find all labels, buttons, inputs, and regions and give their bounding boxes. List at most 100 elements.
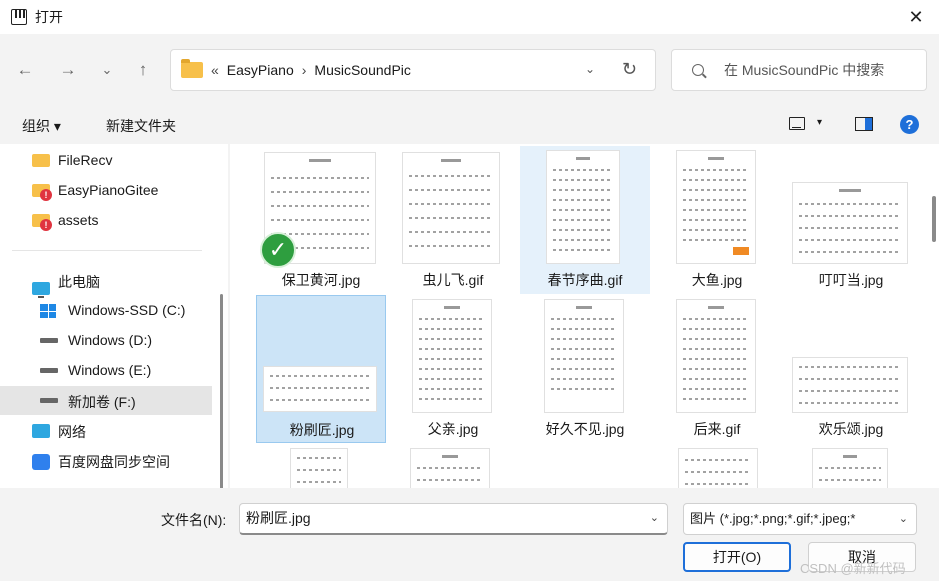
file-name: 父亲.jpg	[427, 421, 479, 437]
file-name: 春节序曲.gif	[547, 272, 623, 288]
sidebar-item-drive-c[interactable]: Windows-SSD (C:)	[0, 296, 212, 325]
file-thumbnail[interactable]	[678, 448, 758, 488]
breadcrumb-easypiano[interactable]: EasyPiano	[227, 62, 294, 78]
sidebar-divider	[12, 250, 202, 251]
new-folder-button[interactable]: 新建文件夹	[106, 116, 176, 136]
open-button[interactable]: 打开(O)	[683, 542, 791, 572]
windows-drive-icon	[40, 304, 56, 318]
file-name: 叮叮当.jpg	[818, 272, 884, 288]
file-item[interactable]: 父亲.jpg	[388, 295, 518, 443]
file-item[interactable]: 虫儿飞.gif	[388, 146, 518, 294]
file-item[interactable]: ✓ 保卫黄河.jpg	[256, 146, 386, 294]
file-name: 大鱼.jpg	[691, 272, 743, 288]
file-thumbnail[interactable]	[290, 448, 348, 488]
file-thumbnail	[544, 299, 624, 413]
dialog-footer: 文件名(N): 粉刷匠.jpg ⌄ 图片 (*.jpg;*.png;*.gif;…	[0, 488, 939, 581]
folder-warning-icon: !	[32, 184, 52, 201]
navigation-bar: ← → ⌄ ↑ « EasyPiano › MusicSoundPic ⌄ ↻ …	[0, 34, 939, 106]
close-button[interactable]: ✕	[893, 0, 939, 34]
filename-value: 粉刷匠.jpg	[246, 510, 311, 526]
folder-icon	[181, 59, 203, 78]
command-toolbar: 组织 ▾ 新建文件夹 ▾ ?	[0, 106, 939, 144]
file-name: 保卫黄河.jpg	[281, 272, 361, 288]
filename-label: 文件名(N):	[161, 512, 227, 528]
sidebar-item-easypianogitee[interactable]: ! EasyPianoGitee	[0, 176, 212, 205]
file-thumbnail	[412, 299, 492, 413]
file-list-scrollbar[interactable]	[932, 196, 936, 242]
search-placeholder: 在 MusicSoundPic 中搜索	[724, 62, 885, 78]
folder-icon	[32, 154, 50, 167]
preview-pane-icon[interactable]	[855, 117, 873, 131]
breadcrumb-overflow[interactable]: «	[211, 62, 219, 78]
file-thumbnail	[792, 357, 908, 413]
file-item[interactable]: 春节序曲.gif	[520, 146, 650, 294]
title-bar: 打开 ✕	[0, 0, 939, 34]
search-icon	[692, 64, 704, 76]
sidebar-item-assets[interactable]: ! assets	[0, 206, 212, 235]
file-name: 欢乐颂.jpg	[818, 421, 884, 437]
address-dropdown-icon[interactable]: ⌄	[585, 62, 595, 76]
view-options-icon[interactable]	[789, 117, 805, 130]
file-thumbnail[interactable]	[410, 448, 490, 488]
breadcrumb-musicsoundpic[interactable]: MusicSoundPic	[314, 62, 411, 78]
file-item[interactable]: 粉刷匠.jpg	[256, 295, 386, 443]
sidebar-item-drive-d[interactable]: Windows (D:)	[0, 326, 212, 355]
back-button[interactable]: ←	[13, 58, 37, 82]
sidebar-item-label: 网络	[58, 424, 86, 440]
file-name: 好久不见.jpg	[545, 421, 625, 437]
sidebar-item-baidu-sync[interactable]: 百度网盘同步空间	[0, 446, 212, 475]
navigation-pane: FileRecv ! EasyPianoGitee ! assets 此电脑 W…	[0, 144, 228, 488]
window-title: 打开	[35, 9, 63, 25]
address-bar[interactable]: « EasyPiano › MusicSoundPic ⌄ ↻	[170, 49, 656, 91]
sidebar-item-drive-e[interactable]: Windows (E:)	[0, 356, 212, 385]
file-item[interactable]: 大鱼.jpg	[652, 146, 782, 294]
file-thumbnail[interactable]	[812, 448, 888, 488]
breadcrumb-separator[interactable]: ›	[302, 62, 307, 78]
up-arrow-icon: ↑	[138, 60, 148, 79]
sync-check-icon: ✓	[260, 232, 296, 268]
file-type-select[interactable]: 图片 (*.jpg;*.png;*.gif;*.jpeg;* ⌄	[683, 503, 917, 535]
up-button[interactable]: ↑	[131, 58, 155, 82]
close-icon: ✕	[908, 6, 924, 27]
file-name: 虫儿飞.gif	[422, 272, 484, 288]
sidebar-item-label: assets	[58, 212, 99, 228]
sidebar-item-label: Windows (E:)	[68, 362, 152, 378]
search-input[interactable]: 在 MusicSoundPic 中搜索	[671, 49, 927, 91]
filename-input[interactable]: 粉刷匠.jpg ⌄	[239, 503, 668, 535]
file-thumbnail	[676, 150, 756, 264]
file-thumbnail	[263, 366, 377, 412]
folder-warning-icon: !	[32, 214, 52, 231]
sidebar-item-this-pc[interactable]: 此电脑	[0, 266, 212, 298]
recent-locations-button[interactable]: ⌄	[95, 58, 119, 82]
file-item[interactable]: 后来.gif	[652, 295, 782, 443]
sidebar-item-filerecv[interactable]: FileRecv	[0, 146, 212, 175]
sidebar-item-label: Windows (D:)	[68, 332, 153, 348]
organize-button[interactable]: 组织 ▾	[22, 116, 61, 136]
sidebar-item-drive-f[interactable]: 新加卷 (F:)	[0, 386, 212, 415]
file-thumbnail	[546, 150, 620, 264]
baidu-cloud-icon	[32, 454, 50, 470]
file-thumbnail	[676, 299, 756, 413]
sidebar-scrollbar[interactable]	[220, 294, 223, 488]
file-thumbnail	[792, 182, 908, 264]
chevron-down-icon[interactable]: ⌄	[896, 504, 908, 534]
sidebar-item-label: FileRecv	[58, 152, 113, 168]
forward-arrow-icon: →	[59, 60, 77, 79]
file-list-view: ✓ 保卫黄河.jpg 虫儿飞.gif 春节序曲.gif 大鱼.jpg 叮叮当.j…	[230, 144, 939, 488]
chevron-down-icon[interactable]: ⌄	[650, 504, 659, 532]
sidebar-item-label: 百度网盘同步空间	[58, 454, 170, 470]
refresh-icon[interactable]: ↻	[622, 59, 637, 80]
file-type-value: 图片 (*.jpg;*.png;*.gif;*.jpeg;*	[690, 511, 856, 526]
network-icon	[32, 424, 50, 438]
file-item[interactable]: 叮叮当.jpg	[786, 146, 916, 294]
view-options-caret[interactable]: ▾	[817, 117, 822, 128]
piano-app-icon	[11, 9, 27, 25]
sidebar-item-label: Windows-SSD (C:)	[68, 302, 186, 318]
help-icon[interactable]: ?	[900, 115, 919, 134]
forward-button[interactable]: →	[56, 58, 80, 82]
file-item[interactable]: 好久不见.jpg	[520, 295, 650, 443]
drive-icon	[40, 368, 58, 373]
file-item[interactable]: 欢乐颂.jpg	[786, 295, 916, 443]
sidebar-item-network[interactable]: 网络	[0, 416, 212, 445]
drive-icon	[40, 338, 58, 343]
